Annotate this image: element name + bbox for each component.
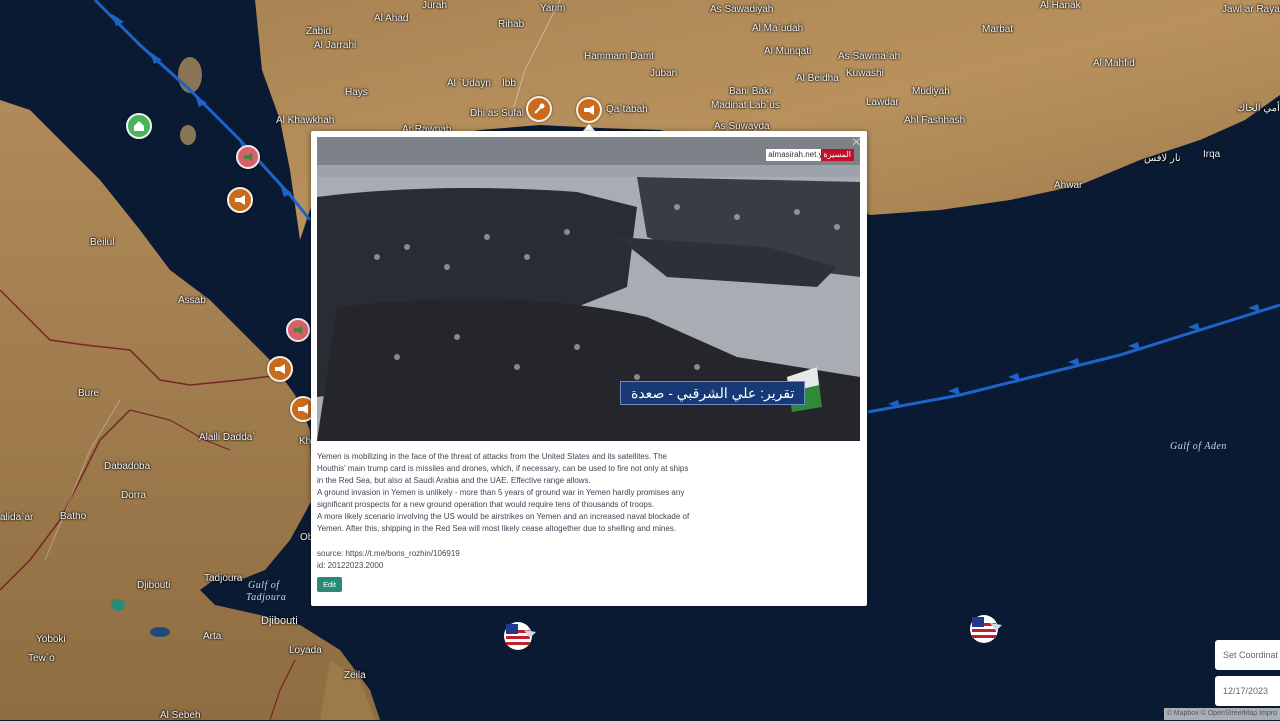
us-flag-ship-icon: [970, 615, 1002, 643]
video-player[interactable]: almasirah.net.ye المسيرة تقرير: علي الشر…: [317, 137, 860, 441]
us-navy-marker[interactable]: [970, 613, 1002, 645]
megaphone-marker[interactable]: [227, 187, 253, 213]
place-label: Al Hanak: [1040, 0, 1081, 11]
us-navy-marker[interactable]: [504, 620, 536, 652]
place-label: Irqa: [1203, 149, 1221, 160]
place-label: Ahl Fashhash: [904, 115, 966, 126]
place-label: Beilul: [90, 237, 115, 248]
place-label: Al Ma`udah: [752, 23, 804, 34]
place-label: Madinat Lab`us: [711, 100, 780, 111]
place-label: Marbat: [982, 24, 1014, 35]
place-label: Al Jarrahi: [314, 40, 357, 51]
channel-logo: المسيرة: [820, 149, 854, 161]
place-label: Djibouti: [137, 580, 171, 591]
lake: [111, 599, 125, 611]
megaphone-icon: [235, 195, 245, 205]
place-label: Zabid: [306, 26, 332, 37]
place-label: Zeila: [344, 670, 366, 681]
place-label: Dhi as Sufal: [470, 108, 524, 119]
place-label: Qa`tabah: [606, 104, 648, 115]
place-label: Jawl ar Rayah: [1222, 4, 1280, 15]
place-label: Bani Bakr: [729, 86, 773, 97]
place-label: Al Khawkhah: [276, 115, 335, 126]
us-flag-ship-icon: [504, 622, 536, 650]
megaphone-marker[interactable]: [286, 318, 310, 342]
lake: [150, 627, 170, 637]
place-label: As Sawma`ah: [838, 51, 901, 62]
description-line: in the Red Sea, but also at Saudi Arabia…: [317, 476, 591, 485]
place-label: Yarim: [540, 3, 566, 14]
place-label: Batho: [60, 511, 87, 522]
place-label: Al Ahad: [374, 13, 409, 24]
place-label: Ahwar: [1054, 180, 1083, 191]
place-label: Hays: [345, 87, 368, 98]
place-label: نار لافس: [1144, 153, 1181, 164]
place-label: alida`ar: [0, 512, 34, 523]
megaphone-icon: [243, 152, 253, 162]
megaphone-icon: [275, 364, 285, 374]
place-label: Dabadoba: [104, 461, 151, 472]
description-line: significant prospects for a new ground o…: [317, 500, 655, 509]
place-label: Al `Udayn: [447, 78, 491, 89]
place-label: Kuwashi: [846, 68, 884, 79]
megaphone-icon: [293, 325, 303, 335]
close-icon[interactable]: ×: [852, 135, 861, 151]
popup-meta: source: https://t.me/boris_rozhin/106919…: [317, 548, 460, 572]
place-label: Loyada: [289, 645, 322, 656]
place-label: Alaili Dadda`: [199, 432, 256, 443]
video-caption: تقرير: علي الشرقبي - صعدة: [620, 381, 806, 405]
place-label: As Sawadiyah: [710, 4, 774, 15]
tool-marker[interactable]: [526, 96, 552, 122]
place-label: Tadjoura: [204, 573, 243, 584]
place-label: Al Sebeh: [160, 710, 201, 721]
place-label: Arta: [203, 631, 222, 642]
place-label: Kh: [299, 436, 312, 447]
place-label: Lawdar: [866, 97, 899, 108]
place-label: Al Mahfid: [1093, 58, 1135, 69]
place-label: Rihab: [498, 19, 525, 30]
event-popup: × almasirah.net.ye المسيرة تقرير: علي ال…: [311, 131, 867, 606]
place-label: Al Munqati: [764, 46, 812, 57]
house-marker[interactable]: [126, 113, 152, 139]
place-label: Dorra: [121, 490, 147, 501]
description-line: A ground invasion in Yemen is unlikely -…: [317, 488, 685, 497]
water-label-gulf-of-tadjoura: Tadjoura: [246, 592, 287, 603]
source-link[interactable]: source: https://t.me/boris_rozhin/106919: [317, 548, 460, 560]
island: [180, 125, 196, 145]
place-label: Djibouti: [261, 615, 298, 627]
place-label: Bure: [78, 388, 100, 399]
megaphone-marker[interactable]: [267, 356, 293, 382]
event-id: id: 20122023.2000: [317, 561, 384, 570]
megaphone-icon: [298, 404, 308, 414]
map-attribution[interactable]: © Mapbox © OpenStreetMap Impro: [1163, 708, 1280, 720]
place-label: Hammam Damt: [584, 51, 655, 62]
date-input[interactable]: 12/17/2023: [1215, 676, 1280, 706]
house-icon: [134, 121, 144, 131]
description-line: Yemen. After this, shipping in the Red S…: [317, 524, 677, 533]
megaphone-marker[interactable]: [236, 145, 260, 169]
set-coordinates-button[interactable]: Set Coordinat: [1215, 640, 1280, 670]
place-label: Juban: [650, 68, 678, 79]
place-label: Assab: [178, 295, 206, 306]
description-line: Houthis' main trump card is missiles and…: [317, 464, 689, 473]
place-label: Yoboki: [36, 634, 66, 645]
wrench-icon: [534, 103, 545, 114]
description-line: A more likely scenario involving the US …: [317, 512, 690, 521]
popup-description: Yemen is mobilizing in the face of the t…: [317, 451, 717, 535]
place-label: Mudiyah: [912, 86, 950, 97]
place-label: Tew`o: [28, 653, 55, 664]
edit-button[interactable]: Edit: [317, 577, 342, 592]
water-label-gulf-of-aden: Gulf of Aden: [1170, 441, 1227, 452]
megaphone-icon: [584, 105, 594, 115]
megaphone-marker[interactable]: [576, 97, 602, 123]
island: [178, 57, 202, 93]
place-label: Al Beidha: [796, 73, 839, 84]
description-line: Yemen is mobilizing in the face of the t…: [317, 452, 667, 461]
place-label: أمي الحاك: [1237, 103, 1280, 114]
place-label: Ibb: [502, 78, 516, 89]
water-label-gulf-of-tadjoura: Gulf of: [248, 580, 280, 591]
place-label: Jurah: [422, 0, 448, 11]
